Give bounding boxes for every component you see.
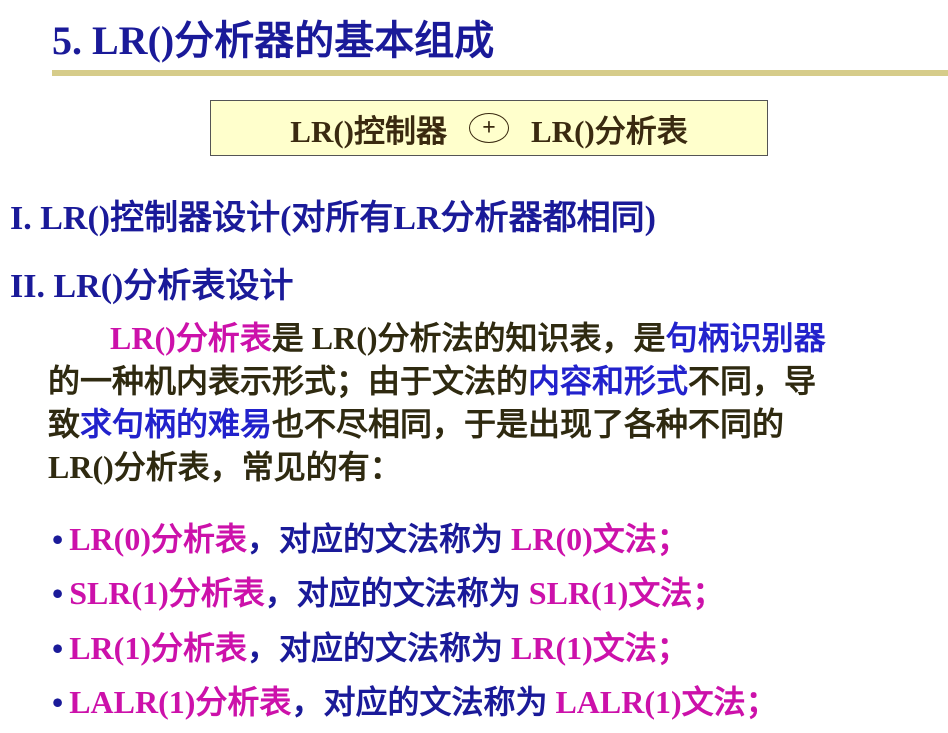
grammar-name: SLR(1)文法； <box>528 575 725 611</box>
paragraph-line: 致求句柄的难易也不尽相同，于是出现了各种不同的 <box>48 403 943 446</box>
plus-icon: + <box>469 113 509 143</box>
description-paragraph: LR()分析表是 LR()分析法的知识表，是句柄识别器 的一种机内表示形式；由于… <box>48 317 943 489</box>
paragraph-line: 的一种机内表示形式；由于文法的内容和形式不同，导 <box>48 360 943 403</box>
section-controller-design: I. LR()控制器设计(对所有LR分析器都相同) <box>10 200 656 237</box>
bullet-icon: • <box>52 630 64 666</box>
list-item: • LALR(1)分析表，对应的文法称为 LALR(1)文法； <box>52 677 778 723</box>
table-name: LR(0)分析表 <box>69 521 247 557</box>
title-underline <box>52 70 948 76</box>
text-span: 的一种机内表示形式；由于文法的 <box>48 363 529 399</box>
text-span: ，对应的文法称为 <box>246 630 511 666</box>
term-content-form: 内容和形式 <box>528 363 689 399</box>
term-lr-table: LR()分析表 <box>110 320 272 356</box>
table-name: SLR(1)分析表 <box>69 575 265 611</box>
text-span: 也不尽相同，于是出现了各种不同的 <box>272 406 785 442</box>
bullet-icon: • <box>52 521 64 557</box>
composition-box: LR()控制器 + LR()分析表 <box>210 100 768 156</box>
list-item: • LR(0)分析表，对应的文法称为 LR(0)文法； <box>52 514 689 560</box>
bullet-icon: • <box>52 684 64 720</box>
text-span: LR()分析表，常见的有： <box>48 449 402 485</box>
grammar-name: LR(0)文法； <box>511 521 689 557</box>
text-span: ，对应的文法称为 <box>264 575 529 611</box>
table-name: LR(1)分析表 <box>69 630 247 666</box>
section-table-design: II. LR()分析表设计 <box>10 268 294 305</box>
controller-label: LR()控制器 <box>290 113 447 149</box>
list-item: • LR(1)分析表，对应的文法称为 LR(1)文法； <box>52 623 689 669</box>
page-title: 5. LR()分析器的基本组成 <box>52 18 495 63</box>
term-handle-difficulty: 求句柄的难易 <box>80 406 273 442</box>
text-span: 不同，导 <box>688 363 817 399</box>
paragraph-line: LR()分析表，常见的有： <box>48 446 943 489</box>
text-span: ，对应的文法称为 <box>291 684 556 720</box>
bullet-icon: • <box>52 575 64 611</box>
text-span: ，对应的文法称为 <box>246 521 511 557</box>
grammar-name: LR(1)文法； <box>511 630 689 666</box>
grammar-name: LALR(1)文法； <box>555 684 778 720</box>
paragraph-line: LR()分析表是 LR()分析法的知识表，是句柄识别器 <box>48 317 943 360</box>
table-label: LR()分析表 <box>531 113 688 149</box>
term-handle-recognizer: 句柄识别器 <box>665 320 826 356</box>
text-span: 致 <box>48 406 81 442</box>
text-span: 是 LR()分析法的知识表，是 <box>271 320 666 356</box>
table-name: LALR(1)分析表 <box>69 684 292 720</box>
list-item: • SLR(1)分析表，对应的文法称为 SLR(1)文法； <box>52 568 724 614</box>
